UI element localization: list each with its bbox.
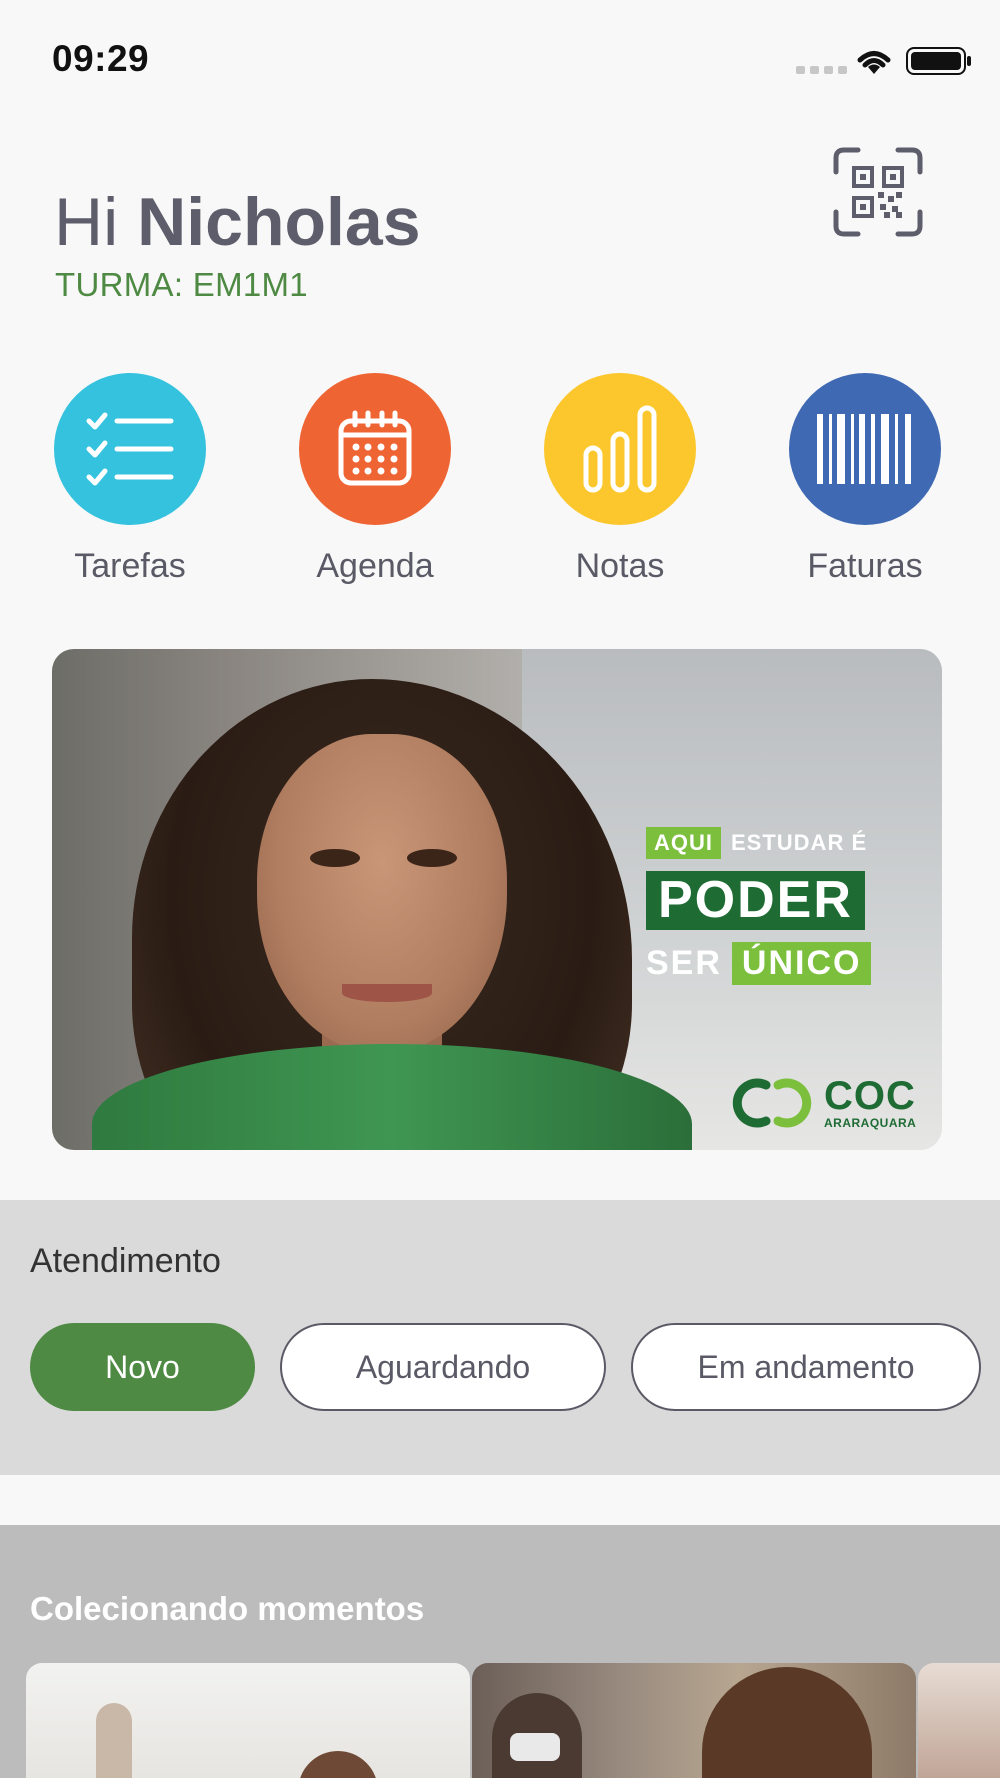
coc-brand-name: COC (824, 1074, 916, 1118)
coc-logo-icon (732, 1078, 812, 1128)
moment-photo[interactable] (918, 1663, 1000, 1778)
tagline-line3-highlight: ÚNICO (731, 941, 872, 985)
atendimento-title: Atendimento (30, 1242, 221, 1280)
tagline-line1: ESTUDAR É (731, 830, 868, 855)
coc-brand-city: ARARAQUARA (824, 1116, 917, 1130)
status-time: 09:29 (52, 38, 150, 79)
cellular-signal-icon (796, 66, 847, 74)
shortcut-notas[interactable]: Notas (530, 373, 710, 586)
greeting-heading: Hi Nicholas (54, 188, 421, 256)
tagline-line3-prefix: SER (646, 943, 722, 982)
wifi-icon (857, 51, 891, 74)
tagline-line2: PODER (646, 871, 865, 930)
filter-em-andamento[interactable]: Em andamento (631, 1323, 981, 1411)
greeting-prefix: Hi (54, 184, 119, 260)
qr-code-icon (852, 166, 904, 218)
moments-section: Colecionando momentos (0, 1525, 1000, 1778)
shortcut-label: Tarefas (74, 547, 186, 585)
shortcut-label: Agenda (316, 547, 434, 585)
status-bar: 09:29 (0, 0, 1000, 110)
filter-novo[interactable]: Novo (30, 1323, 255, 1411)
battery-icon (906, 47, 971, 75)
banner-tagline: AQUI ESTUDAR É PODER SER ÚNICO (646, 827, 906, 997)
shortcut-label: Notas (575, 547, 665, 585)
moment-photo[interactable] (472, 1663, 916, 1778)
qr-code-scan-button[interactable] (832, 146, 924, 238)
user-name: Nicholas (137, 184, 421, 260)
shortcut-agenda[interactable]: Agenda (285, 373, 465, 586)
tagline-highlight: AQUI (646, 827, 721, 859)
shortcut-label: Faturas (807, 547, 923, 585)
filter-aguardando[interactable]: Aguardando (280, 1323, 606, 1411)
atendimento-section: Atendimento Novo Aguardando Em andamento (0, 1200, 1000, 1475)
coc-logo: COC ARARAQUARA (732, 1075, 916, 1131)
calendar-icon (299, 373, 451, 525)
shortcut-faturas[interactable]: Faturas (775, 373, 955, 586)
promo-banner[interactable]: AQUI ESTUDAR É PODER SER ÚNICO COC ARARA… (52, 649, 942, 1150)
shortcut-tarefas[interactable]: Tarefas (40, 373, 220, 586)
barcode-icon (789, 373, 941, 525)
bar-chart-icon (544, 373, 696, 525)
class-label: TURMA: EM1M1 (55, 266, 308, 303)
checklist-icon (54, 373, 206, 525)
moment-photo[interactable] (26, 1663, 470, 1778)
moments-title: Colecionando momentos (30, 1590, 425, 1627)
